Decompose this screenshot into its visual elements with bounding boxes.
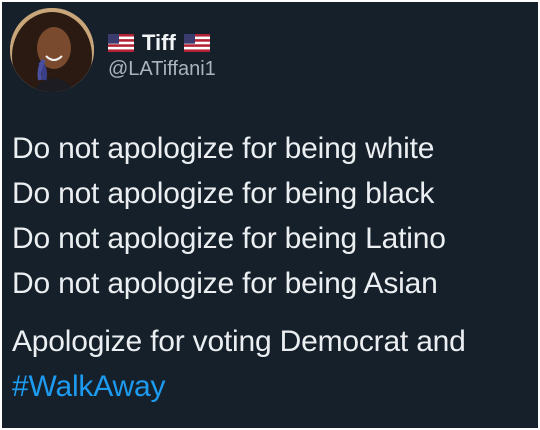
tweet-closing-line: Apologize for voting Democrat and	[12, 325, 466, 358]
hashtag-link[interactable]: #WalkAway	[12, 364, 532, 409]
tweet-text: Do not apologize for being white Do not …	[12, 126, 532, 409]
tweet-text-line: Do not apologize for being Asian	[12, 267, 438, 300]
tweet-text-line: Do not apologize for being black	[12, 177, 435, 210]
tweet-card: Tiff @LATiffani1 Do not apologize for be…	[2, 2, 538, 428]
author-display-name-row[interactable]: Tiff	[108, 30, 210, 56]
avatar-photo	[10, 8, 94, 92]
us-flag-icon	[108, 34, 134, 52]
tweet-text-line: Do not apologize for being Latino	[12, 222, 446, 255]
author-display-name: Tiff	[142, 30, 176, 55]
us-flag-icon	[183, 34, 210, 52]
author-handle[interactable]: @LATiffani1	[108, 58, 216, 81]
avatar[interactable]	[10, 8, 94, 92]
tweet-text-line: Do not apologize for being white	[12, 132, 435, 165]
